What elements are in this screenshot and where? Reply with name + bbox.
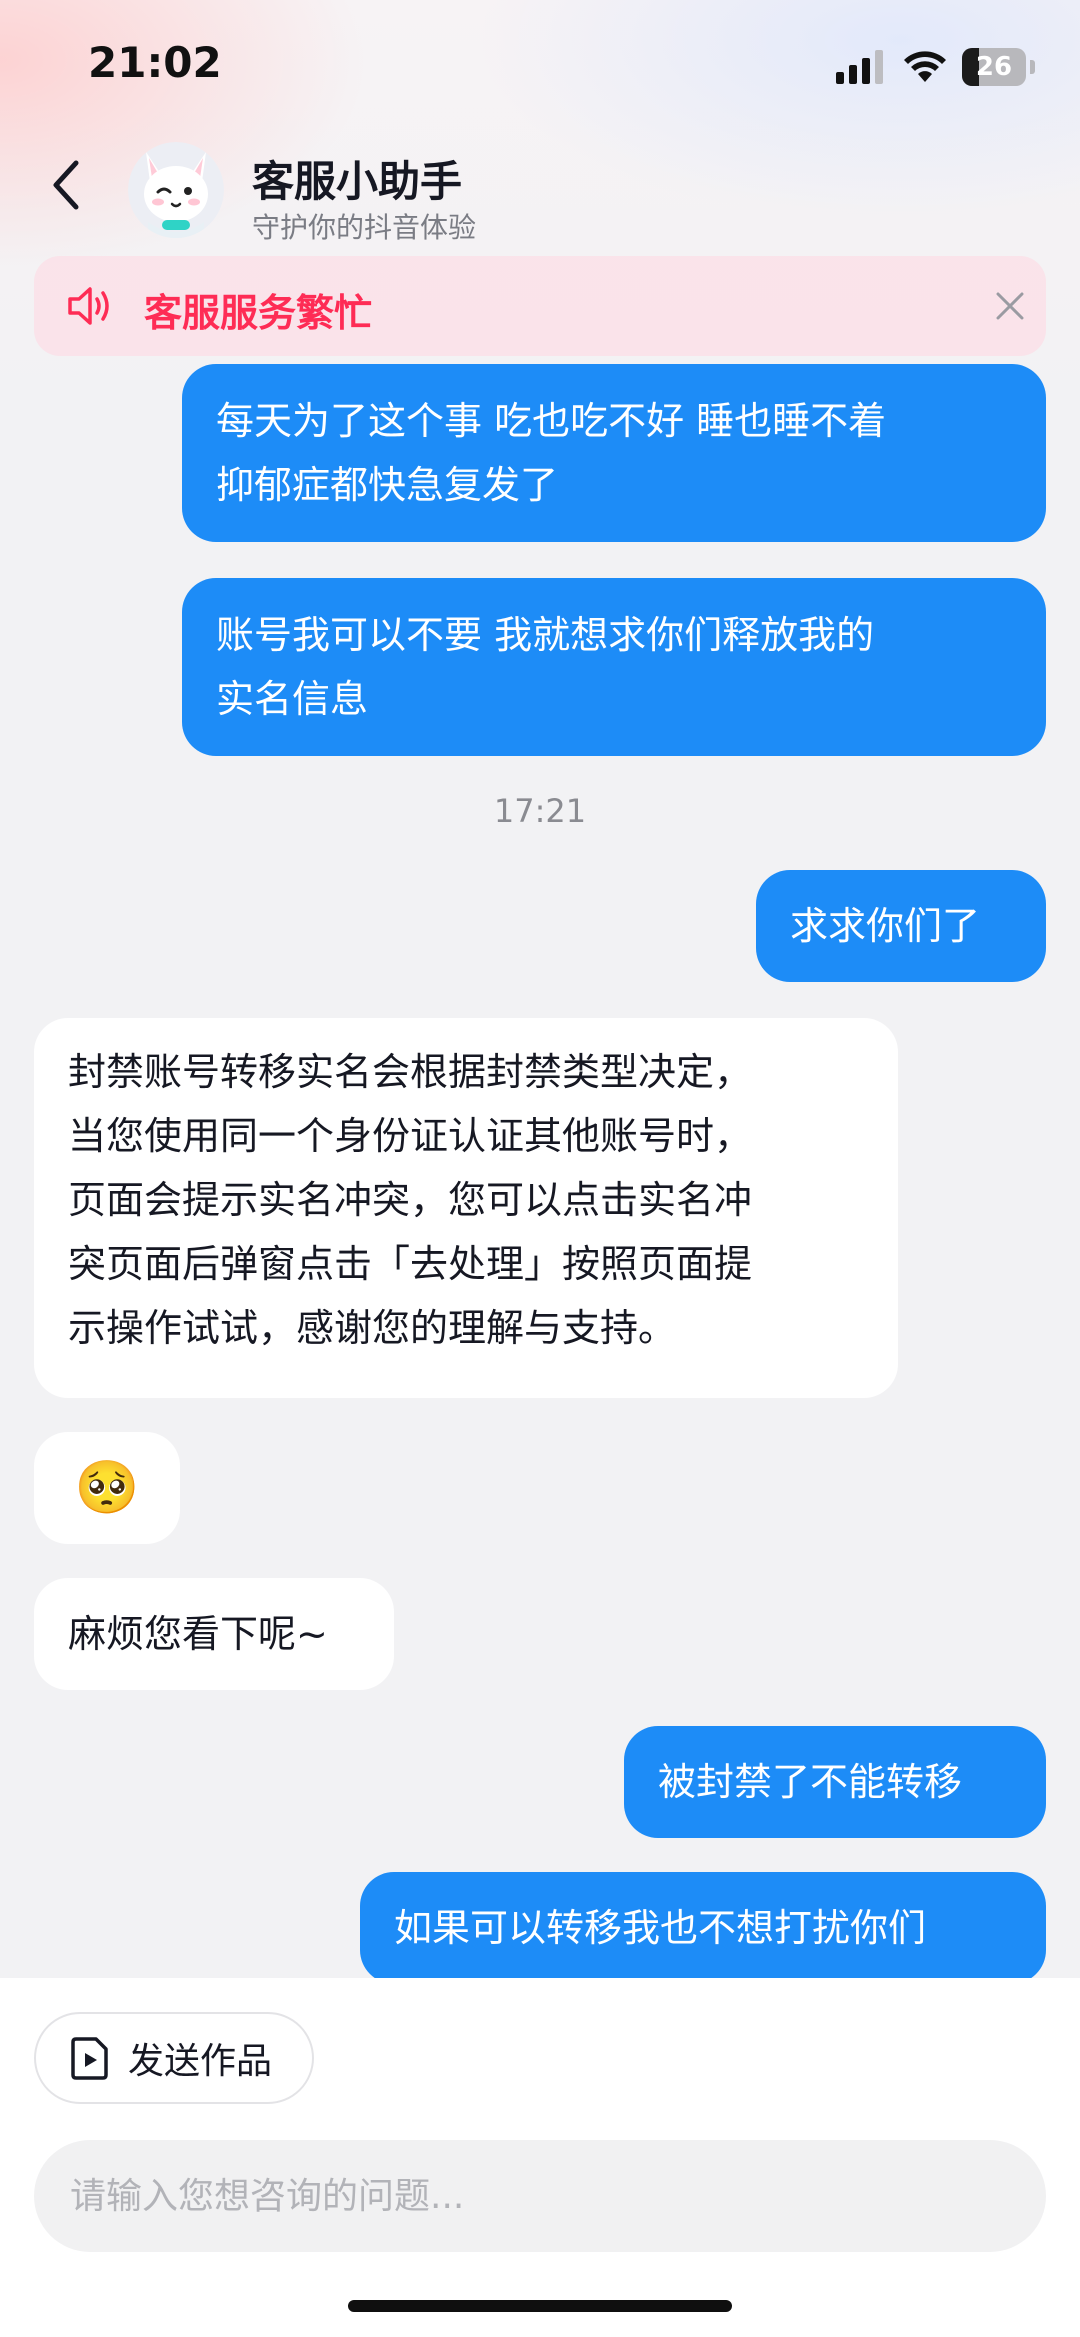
notice-close-button[interactable] [986, 282, 1034, 330]
message-bubble-outgoing[interactable]: 每天为了这个事 吃也吃不好 睡也睡不着 抑郁症都快急复发了 [182, 364, 1046, 542]
message-bubble-incoming[interactable]: 封禁账号转移实名会根据封禁类型决定， 当您使用同一个身份证认证其他账号时， 页面… [34, 1018, 898, 1398]
battery-level: 26 [975, 52, 1013, 82]
message-line: 示操作试试，感谢您的理解与支持。 [68, 1306, 677, 1350]
back-button[interactable] [40, 150, 90, 220]
message-bubble-incoming-emoji[interactable]: 🥺 [34, 1432, 180, 1544]
pleading-face-emoji: 🥺 [74, 1458, 140, 1518]
mascot-avatar-icon [128, 142, 224, 238]
battery-icon: 26 [962, 48, 1026, 86]
message-bubble-outgoing[interactable]: 账号我可以不要 我就想求你们释放我的 实名信息 [182, 578, 1046, 756]
message-bubble-outgoing[interactable]: 求求你们了 [756, 870, 1046, 982]
message-line: 页面会提示实名冲突，您可以点击实名冲 [68, 1178, 753, 1222]
message-line: 封禁账号转移实名会根据封禁类型决定， [68, 1050, 753, 1094]
question-input[interactable] [34, 2140, 1046, 2252]
signal-icon [836, 50, 883, 84]
message-line: 被封禁了不能转移 [658, 1760, 963, 1804]
message-line: 抑郁症都快急复发了 [216, 463, 559, 507]
message-line: 如果可以转移我也不想打扰你们 [394, 1906, 927, 1950]
send-work-button[interactable]: 发送作品 [34, 2012, 314, 2104]
message-line: 麻烦您看下呢~ [68, 1612, 328, 1656]
message-bubble-outgoing[interactable]: 被封禁了不能转移 [624, 1726, 1046, 1838]
timestamp: 17:21 [493, 792, 587, 830]
chat-header: 客服小助手 守护你的抖音体验 [0, 130, 1080, 250]
avatar[interactable] [128, 142, 224, 238]
status-bar: 21:02 26 [0, 0, 1080, 130]
message-bubble-outgoing[interactable]: 如果可以转移我也不想打扰你们 [360, 1872, 1046, 1978]
message-line: 求求你们了 [790, 904, 981, 948]
close-icon [996, 292, 1024, 320]
chat-subtitle: 守护你的抖音体验 [252, 211, 477, 244]
message-line: 账号我可以不要 我就想求你们释放我的 [216, 613, 875, 657]
message-line: 实名信息 [216, 677, 369, 721]
wifi-icon [904, 51, 946, 82]
speaker-icon [68, 287, 109, 325]
message-bubble-incoming[interactable]: 麻烦您看下呢~ [34, 1578, 394, 1690]
status-time: 21:02 [88, 38, 222, 87]
busy-notice-banner: 客服服务繁忙 [34, 256, 1046, 356]
send-work-label: 发送作品 [128, 2041, 273, 2082]
message-line: 每天为了这个事 吃也吃不好 睡也睡不着 [216, 399, 887, 443]
chat-title: 客服小助手 [252, 157, 463, 206]
message-line: 突页面后弹窗点击「去处理」按照页面提 [68, 1242, 753, 1286]
message-line: 当您使用同一个身份证认证其他账号时， [68, 1114, 753, 1158]
home-indicator[interactable] [348, 2300, 732, 2312]
battery-tip [1030, 60, 1035, 74]
chevron-left-icon [53, 160, 79, 210]
video-file-icon [71, 2037, 108, 2080]
notice-text: 客服服务繁忙 [144, 291, 373, 335]
message-list[interactable]: 每天为了这个事 吃也吃不好 睡也睡不着 抑郁症都快急复发了 账号我可以不要 我就… [0, 362, 1080, 1978]
bottom-input-area: 发送作品 [0, 1978, 1080, 2337]
